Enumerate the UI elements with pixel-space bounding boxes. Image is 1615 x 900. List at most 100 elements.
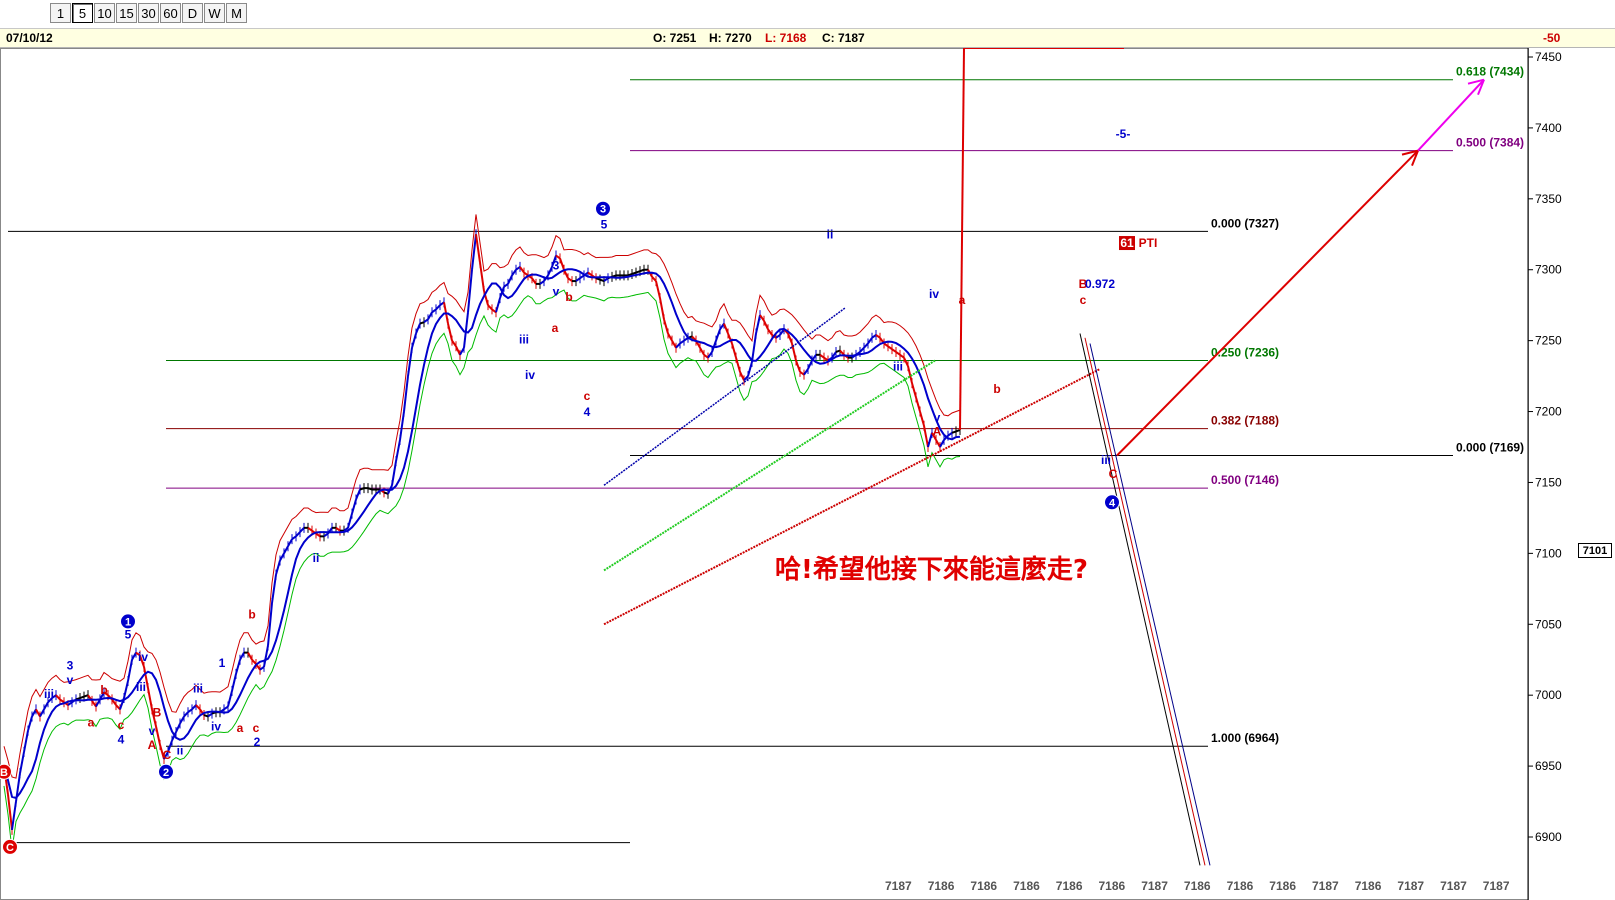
y-tick-label: 6900: [1535, 830, 1562, 844]
fib-label: 0.618 (7434): [1456, 65, 1524, 79]
timeframe-button-m[interactable]: M: [226, 3, 247, 23]
bottom-value-label: 7186: [1269, 879, 1296, 893]
bottom-value-label: 7186: [1355, 879, 1382, 893]
fib-label: 0.382 (7188): [1211, 414, 1279, 428]
bottom-value-label: 7187: [1483, 879, 1510, 893]
wave-label: v: [553, 284, 560, 298]
wave-label: c: [1080, 293, 1087, 307]
high-value: H: 7270: [709, 31, 752, 45]
price-segment: [367, 487, 373, 491]
wave-label: C: [163, 748, 172, 762]
price-segment: [595, 277, 601, 281]
wave-label: 3: [553, 259, 560, 273]
wave-label: ii: [177, 744, 184, 758]
wave-label: iii: [136, 680, 146, 694]
open-value: O: 7251: [653, 31, 697, 45]
bottom-value-label: 7186: [1099, 879, 1126, 893]
wave-label: 2: [254, 735, 261, 749]
close-value: C: 7187: [822, 31, 865, 45]
timeframe-toolbar: 1 5 10 15 30 60 D W M: [0, 0, 1615, 29]
price-segment: [79, 695, 85, 699]
wave-label: ii: [827, 228, 834, 242]
timeframe-button-60[interactable]: 60: [160, 3, 181, 23]
bottom-value-label: 7186: [970, 879, 997, 893]
timeframe-button-30[interactable]: 30: [138, 3, 159, 23]
change-value: -50: [1543, 31, 1561, 45]
wave-label: iv: [929, 287, 939, 301]
wave-label: v: [149, 724, 156, 738]
timeframe-button-1[interactable]: 1: [50, 3, 71, 23]
wave-label: c: [253, 721, 260, 735]
y-tick-label: 7350: [1535, 192, 1562, 206]
wave-label: A: [148, 738, 157, 752]
price-segment: [639, 268, 645, 273]
y-tick-label: 7150: [1535, 475, 1562, 489]
price-segment: [951, 430, 957, 434]
wave-marker-label: 3: [600, 204, 606, 216]
bottom-value-label: 7186: [1013, 879, 1040, 893]
chart-annotation: 哈!希望他接下來能這麼走?: [775, 554, 1088, 585]
y-tick-label: 7400: [1535, 121, 1562, 135]
bottom-value-label: 7187: [1141, 879, 1168, 893]
wave-label: c: [584, 389, 591, 403]
bottom-value-label: 7187: [1397, 879, 1424, 893]
wave-label: 4: [118, 732, 125, 746]
y-tick-label: 7050: [1535, 617, 1562, 631]
wave-label: 1: [219, 656, 226, 670]
fib-label: 0.500 (7146): [1211, 473, 1279, 487]
timeframe-button-5[interactable]: 5: [72, 3, 93, 23]
price-segment: [203, 714, 209, 718]
wave-label: iii: [519, 332, 529, 346]
ohlc-info-bar: 07/10/12 O: 7251 H: 7270 L: 7168 C: 7187…: [0, 29, 1615, 48]
timeframe-button-10[interactable]: 10: [94, 3, 115, 23]
plot-area: [0, 48, 1529, 900]
wave-label: B: [153, 705, 162, 719]
y-tick-label: 6950: [1535, 759, 1562, 773]
wave-label: a: [88, 715, 95, 729]
wave-label: a: [552, 321, 559, 335]
wave-marker-label: 2: [163, 767, 169, 779]
wave-label: ii: [313, 551, 320, 565]
timeframe-button-w[interactable]: W: [204, 3, 225, 23]
bottom-value-label: 7187: [1440, 879, 1467, 893]
wave-label: b: [248, 608, 255, 622]
extra-label: 0.972: [1085, 277, 1115, 291]
price-segment: [631, 271, 637, 275]
extra-label: 61: [1120, 236, 1134, 250]
y-tick-label: 7450: [1535, 50, 1562, 64]
y-tick-label: 7300: [1535, 263, 1562, 277]
wave-label: iv: [138, 650, 148, 664]
y-tick-label: 7000: [1535, 688, 1562, 702]
bottom-value-label: 7187: [885, 879, 912, 893]
wave-marker-label: C: [6, 842, 14, 854]
price-segment: [635, 270, 641, 274]
y-tick-label: 7100: [1535, 546, 1562, 560]
price-segment: [955, 429, 961, 433]
wave-label: iii: [1101, 453, 1111, 467]
price-chart[interactable]: 6900 6950 7000 7050 7100 7150 7200 7250 7300 7350…: [0, 48, 1615, 900]
bottom-value-label: 7186: [928, 879, 955, 893]
wave-label: 5: [125, 627, 132, 641]
timeframe-button-15[interactable]: 15: [116, 3, 137, 23]
timeframe-button-d[interactable]: D: [182, 3, 203, 23]
y-tick-label: 7200: [1535, 405, 1562, 419]
date-label: 07/10/12: [6, 31, 53, 45]
wave-label: iv: [525, 368, 535, 382]
wave-marker-label: 4: [1109, 497, 1116, 509]
fib-label: 0.500 (7384): [1456, 136, 1524, 150]
wave-label: a: [959, 293, 966, 307]
fib-label: 0.000 (7169): [1456, 441, 1524, 455]
fib-label: 1.000 (6964): [1211, 731, 1279, 745]
bottom-value-label: 7187: [1312, 879, 1339, 893]
wave-label: iii: [193, 681, 203, 695]
price-segment: [359, 487, 365, 491]
wave-label: c: [118, 718, 125, 732]
bottom-value-label: 7186: [1227, 879, 1254, 893]
wave-label: A: [933, 425, 942, 439]
y-tick-label: 7250: [1535, 334, 1562, 348]
wave-label: v: [67, 673, 74, 687]
extra-label: PTI: [1139, 236, 1158, 250]
wave-label: 3: [67, 659, 74, 673]
wave-label: b: [100, 683, 107, 697]
bottom-value-label: 7186: [1184, 879, 1211, 893]
